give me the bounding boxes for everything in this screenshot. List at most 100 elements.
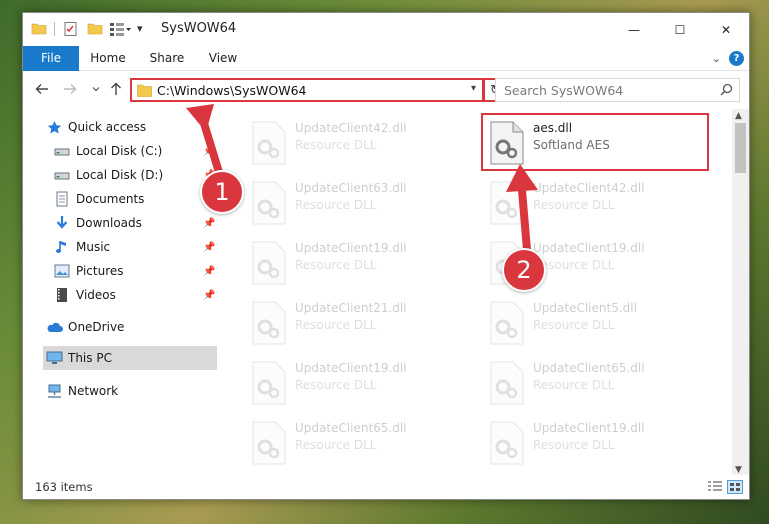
window-title: SysWOW64 xyxy=(161,21,237,36)
dll-file-icon xyxy=(249,181,287,225)
file-name: UpdateClient19.dll xyxy=(295,241,407,255)
pin-icon[interactable]: 📌 xyxy=(203,266,215,277)
sidebar-item-label: Documents xyxy=(76,192,145,206)
view-options-icon[interactable] xyxy=(109,21,131,37)
tab-view[interactable]: View xyxy=(199,46,247,71)
dll-file-icon xyxy=(487,301,525,345)
forward-arrow-icon[interactable] xyxy=(61,80,79,98)
tab-share[interactable]: Share xyxy=(141,46,193,71)
sidebar-item-documents[interactable]: Documents 📌 xyxy=(53,187,215,211)
list-item[interactable]: UpdateClient21.dll Resource DLL xyxy=(243,295,473,349)
customize-toolbar-chevron-icon[interactable]: ▾ xyxy=(137,22,143,35)
drive-icon xyxy=(53,167,71,183)
file-list: UpdateClient42.dll Resource DLL UpdateCl… xyxy=(219,109,733,477)
pin-icon[interactable]: 📌 xyxy=(203,146,215,157)
file-description: Resource DLL xyxy=(295,378,377,392)
folder-icon xyxy=(137,84,152,100)
address-bar[interactable]: C:\Windows\SysWOW64 ▾ xyxy=(130,78,484,102)
address-path[interactable]: C:\Windows\SysWOW64 xyxy=(157,83,306,98)
file-name: UpdateClient42.dll xyxy=(533,181,645,195)
file-name: UpdateClient65.dll xyxy=(295,421,407,435)
explorer-window: ▾ SysWOW64 — ☐ ✕ File Home Share View ⌄ … xyxy=(22,12,750,500)
dll-file-icon xyxy=(249,421,287,465)
ribbon-tabs: File Home Share View ⌄ ? xyxy=(23,46,749,71)
expand-ribbon-chevron-icon[interactable]: ⌄ xyxy=(712,52,721,65)
pictures-icon xyxy=(53,263,71,279)
sidebar-item-downloads[interactable]: Downloads 📌 xyxy=(53,211,215,235)
file-description: Resource DLL xyxy=(295,138,377,152)
sidebar-item-local-disk-c[interactable]: Local Disk (C:) 📌 xyxy=(53,139,215,163)
sidebar-item-videos[interactable]: Videos 📌 xyxy=(53,283,215,307)
file-name: UpdateClient19.dll xyxy=(533,241,645,255)
up-arrow-icon[interactable] xyxy=(107,80,125,98)
cloud-icon xyxy=(45,319,63,335)
sidebar-item-network[interactable]: Network xyxy=(45,379,215,403)
videos-icon xyxy=(53,287,71,303)
sidebar-item-label: Network xyxy=(68,384,119,398)
recent-locations-chevron-icon[interactable] xyxy=(87,80,105,98)
music-icon xyxy=(53,239,71,255)
sidebar-item-onedrive[interactable]: OneDrive xyxy=(45,315,215,339)
tab-home[interactable]: Home xyxy=(83,46,133,71)
back-arrow-icon[interactable] xyxy=(33,80,51,98)
download-icon xyxy=(53,215,71,231)
file-description: Resource DLL xyxy=(295,318,377,332)
file-name: UpdateClient21.dll xyxy=(295,301,407,315)
file-name: UpdateClient42.dll xyxy=(295,121,407,135)
list-item[interactable]: UpdateClient42.dll Resource DLL xyxy=(243,115,473,169)
search-input[interactable]: Search SysWOW64 xyxy=(495,78,740,102)
sidebar-item-label: OneDrive xyxy=(68,320,125,334)
sidebar-item-pictures[interactable]: Pictures 📌 xyxy=(53,259,215,283)
pin-icon[interactable]: 📌 xyxy=(203,242,215,253)
list-item[interactable]: UpdateClient42.dll Resource DLL xyxy=(481,175,711,229)
address-dropdown-chevron-icon[interactable]: ▾ xyxy=(471,83,476,94)
tiles-view-icon[interactable] xyxy=(727,480,743,497)
file-name: UpdateClient63.dll xyxy=(295,181,407,195)
minimize-button[interactable]: — xyxy=(611,13,657,46)
sidebar-item-label: Music xyxy=(76,240,111,254)
list-item[interactable]: UpdateClient19.dll Resource DLL xyxy=(243,355,473,409)
dll-file-icon xyxy=(487,181,525,225)
file-description: Resource DLL xyxy=(533,318,615,332)
sidebar-item-label: Local Disk (D:) xyxy=(76,168,164,182)
file-description: Resource DLL xyxy=(533,438,615,452)
help-button[interactable]: ? xyxy=(729,51,744,66)
sidebar-item-label: Local Disk (C:) xyxy=(76,144,163,158)
file-description: Resource DLL xyxy=(533,198,615,212)
vertical-scrollbar[interactable]: ▲ ▼ xyxy=(732,109,749,477)
folder-icon xyxy=(31,21,47,37)
dll-file-icon xyxy=(249,361,287,405)
file-name: UpdateClient19.dll xyxy=(533,421,645,435)
sidebar-item-this-pc[interactable]: This PC xyxy=(43,346,217,370)
status-bar: 163 items xyxy=(23,475,749,499)
star-icon xyxy=(45,119,63,135)
properties-icon[interactable] xyxy=(63,21,79,37)
pin-icon[interactable]: 📌 xyxy=(203,218,215,229)
scrollbar-thumb[interactable] xyxy=(735,123,746,173)
list-item[interactable]: UpdateClient19.dll Resource DLL xyxy=(243,235,473,289)
sidebar-item-label: This PC xyxy=(68,351,112,365)
sidebar-item-music[interactable]: Music 📌 xyxy=(53,235,215,259)
quick-access-separator xyxy=(54,22,55,36)
sidebar-item-local-disk-d[interactable]: Local Disk (D:) 📌 xyxy=(53,163,215,187)
sidebar-item-quick-access[interactable]: Quick access xyxy=(45,115,215,139)
scroll-down-arrow-icon[interactable]: ▼ xyxy=(735,465,742,475)
new-folder-icon[interactable] xyxy=(87,21,103,37)
list-item[interactable]: UpdateClient63.dll Resource DLL xyxy=(243,175,473,229)
dll-file-icon xyxy=(487,361,525,405)
search-icon[interactable] xyxy=(720,83,733,99)
navigation-bar: C:\Windows\SysWOW64 ▾ ↻ Search SysWOW64 xyxy=(23,71,749,107)
search-placeholder: Search SysWOW64 xyxy=(504,83,624,98)
aes-dll-highlight xyxy=(481,113,709,171)
details-view-icon[interactable] xyxy=(707,480,723,497)
tab-file[interactable]: File xyxy=(23,46,79,71)
list-item[interactable]: UpdateClient19.dll Resource DLL xyxy=(481,415,711,469)
close-button[interactable]: ✕ xyxy=(703,13,749,46)
maximize-button[interactable]: ☐ xyxy=(657,13,703,46)
sidebar-item-label: Pictures xyxy=(76,264,124,278)
list-item[interactable]: UpdateClient5.dll Resource DLL xyxy=(481,295,711,349)
scroll-up-arrow-icon[interactable]: ▲ xyxy=(735,111,742,121)
pin-icon[interactable]: 📌 xyxy=(203,290,215,301)
list-item[interactable]: UpdateClient65.dll Resource DLL xyxy=(481,355,711,409)
list-item[interactable]: UpdateClient65.dll Resource DLL xyxy=(243,415,473,469)
